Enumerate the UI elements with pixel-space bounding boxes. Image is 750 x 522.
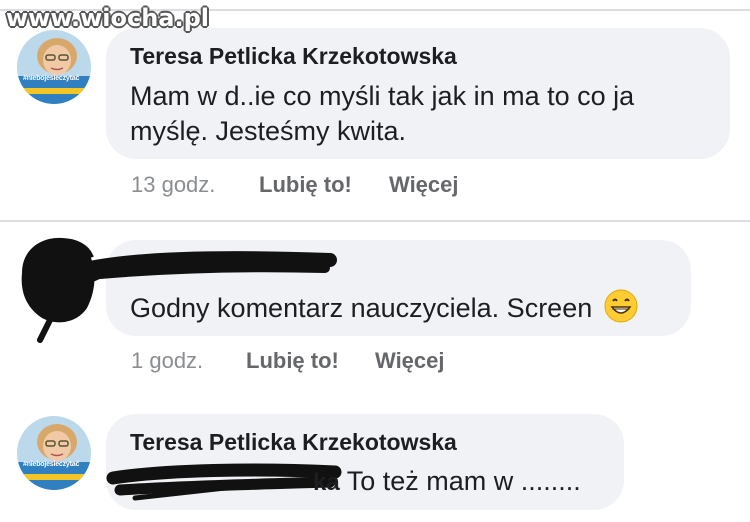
avatar[interactable]: #niebojesieczytać <box>17 416 91 490</box>
more-button[interactable]: Więcej <box>389 172 459 198</box>
like-button[interactable]: Lubię to! <box>259 172 352 198</box>
comment-timestamp[interactable]: 1 godz. <box>131 348 203 374</box>
grinning-face-emoji <box>604 289 638 323</box>
profile-photo <box>17 416 91 490</box>
comment-text-content: To też mam w ........ <box>346 466 581 496</box>
comment-text: Godny komentarz nauczyciela. Screen <box>130 289 638 326</box>
comment-timestamp[interactable]: 13 godz. <box>131 172 215 198</box>
profile-photo <box>17 30 91 104</box>
comment-author[interactable]: Teresa Petlicka Krzekotowska <box>130 43 457 70</box>
like-button[interactable]: Lubię to! <box>246 348 339 374</box>
comment-text-line-1: Mam w d..ie co myśli tak jak in ma to co… <box>130 81 635 111</box>
comment-text-content: Godny komentarz nauczyciela. Screen <box>130 293 593 323</box>
avatar[interactable]: #niebojesieczytać <box>17 30 91 104</box>
more-button[interactable]: Więcej <box>375 348 445 374</box>
comment-divider <box>0 220 750 222</box>
avatar-hashtag: #niebojesieczytać <box>23 461 80 468</box>
comment-author[interactable]: Teresa Petlicka Krzekotowska <box>130 429 457 456</box>
comment-text: ka To też mam w ........ <box>313 464 581 500</box>
redaction-scribble-mention <box>106 463 342 501</box>
watermark: www.wiocha.pl <box>6 4 210 32</box>
comment-text-line-2: myślę. Jesteśmy kwita. <box>130 116 407 146</box>
redaction-scribble-name <box>83 251 337 279</box>
mention-fragment[interactable]: ka <box>313 469 340 496</box>
avatar-hashtag: #niebojesieczytać <box>23 75 80 82</box>
